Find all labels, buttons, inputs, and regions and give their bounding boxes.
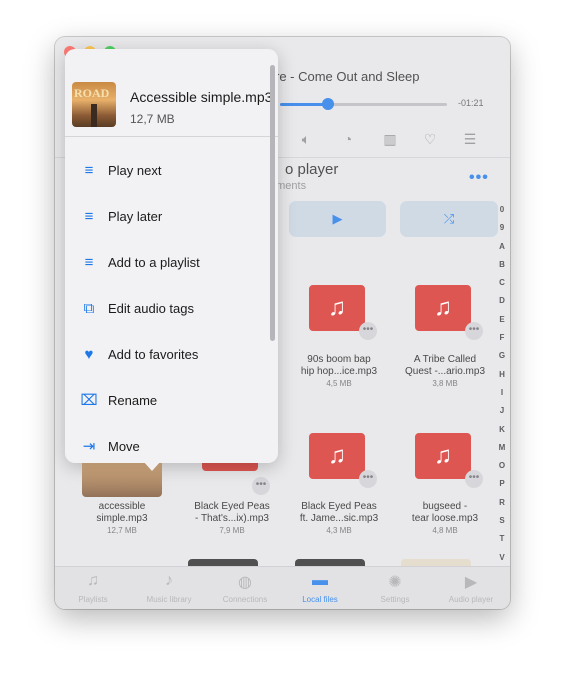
heart-icon: ♥: [84, 346, 94, 363]
move-icon: ⇥: [82, 438, 96, 455]
menu-play-next[interactable]: ≡ Play next: [65, 151, 270, 191]
app-window: re - Come Out and Sleep -01:21 🔈︎ ◔ ▥ ♡ …: [55, 37, 510, 609]
file-context-popover: ROAD Accessible simple.mp3 12,7 MB ≡ Pla…: [65, 49, 278, 463]
add-playlist-icon: ≡: [84, 254, 94, 271]
play-later-icon: ≡: [84, 208, 94, 225]
menu-add-to-playlist[interactable]: ≡ Add to a playlist: [65, 243, 270, 283]
menu-rename[interactable]: ⌧ Rename: [65, 381, 270, 421]
cover-road: [91, 104, 97, 127]
edit-tags-icon: ⧉: [83, 300, 95, 317]
popover-file-size: 12,7 MB: [130, 112, 175, 126]
rename-icon: ⌧: [80, 392, 98, 409]
popover-file-name: Accessible simple.mp3: [130, 89, 273, 105]
album-cover-image: ROAD: [72, 82, 116, 127]
menu-label: Rename: [108, 393, 158, 408]
popover-scrollbar[interactable]: [270, 65, 275, 341]
menu-label: Edit audio tags: [108, 301, 195, 316]
menu-add-to-favorites[interactable]: ♥ Add to favorites: [65, 335, 270, 375]
menu-move[interactable]: ⇥ Move: [65, 427, 270, 467]
menu-label: Add to a playlist: [108, 255, 200, 270]
cover-title: ROAD: [74, 86, 110, 100]
popover-header: ROAD Accessible simple.mp3 12,7 MB: [65, 49, 278, 137]
play-next-icon: ≡: [84, 162, 94, 179]
menu-edit-audio-tags[interactable]: ⧉ Edit audio tags: [65, 289, 270, 329]
menu-label: Play later: [108, 209, 163, 224]
menu-label: Play next: [108, 163, 162, 178]
menu-label: Add to favorites: [108, 347, 199, 362]
menu-label: Move: [108, 439, 140, 454]
popover-arrow: [143, 461, 161, 471]
menu-play-later[interactable]: ≡ Play later: [65, 197, 270, 237]
